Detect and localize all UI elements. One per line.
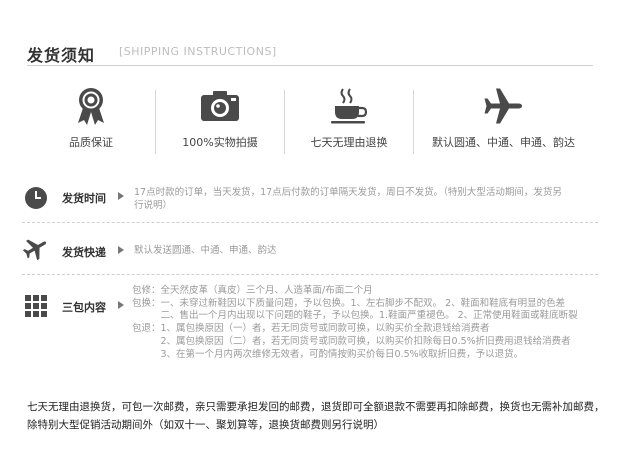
grid-icon bbox=[22, 292, 50, 320]
feature-strip: 品质保证 100%实物拍摄 七天无理由退换 默认圆通、中通、申通、韵达 bbox=[27, 86, 593, 156]
feature-default-express-label: 默认圆通、中通、申通、韵达 bbox=[432, 136, 575, 149]
page-title: 发货须知 bbox=[27, 46, 96, 65]
footer-note: 七天无理由退换货，可包一次邮费，亲只需要承担发回的邮费，退货即可全额退款不需要再… bbox=[27, 398, 605, 434]
guarantee-line: 二、售出一个月内出现以下问题的鞋子，予以包换。1.鞋面严重褪色。 2、正常使用鞋… bbox=[132, 310, 578, 322]
shipping-time-label: 发货时间 bbox=[62, 192, 106, 205]
row-divider bbox=[22, 222, 598, 223]
shipping-express-label: 发货快递 bbox=[62, 246, 106, 259]
camera-icon bbox=[156, 86, 284, 126]
three-guarantees-text: 包修：全天然皮革（真皮）三个月、人造革面/布面二个月 包换：一、未穿过新鞋因以下… bbox=[132, 285, 578, 361]
guarantee-line: 包修：全天然皮革（真皮）三个月、人造革面/布面二个月 bbox=[132, 285, 373, 296]
three-guarantees-label: 三包内容 bbox=[62, 301, 106, 314]
three-guarantees-row: 三包内容 包修：全天然皮革（真皮）三个月、人造革面/布面二个月 包换：一、未穿过… bbox=[22, 282, 602, 374]
guarantee-line: 3、在第一个月内两次维修无效者，可酌情按购买价每日0.5%收取折旧费，予以退货。 bbox=[132, 348, 524, 360]
arrow-right-icon bbox=[118, 301, 124, 309]
airplane-icon bbox=[22, 234, 50, 262]
feature-real-photo-label: 100%实物拍摄 bbox=[182, 136, 258, 149]
shipping-time-row: 发货时间 17点时款的订单，当天发货，17点后付款的订单隔天发货，周日不发货。（… bbox=[22, 182, 602, 224]
guarantee-line: 2、属包换原因（二）者，若无同货号或同款可换，以购买价扣除每日0.5%折旧费用退… bbox=[132, 335, 571, 347]
shipping-time-text-line: 17点时款的订单，当天发货，17点后付款的订单隔天发货，周日不发货。（特别大型活… bbox=[134, 187, 562, 198]
feature-seven-day-return-label: 七天无理由退换 bbox=[310, 136, 388, 149]
section-header: 发货须知 [SHIPPING INSTRUCTIONS] bbox=[27, 38, 593, 70]
airplane-icon bbox=[414, 86, 593, 126]
award-ribbon-icon bbox=[27, 86, 155, 126]
feature-real-photo: 100%实物拍摄 bbox=[156, 86, 284, 156]
feature-quality-label: 品质保证 bbox=[69, 136, 113, 149]
shipping-express-text: 默认发送圆通、中通、申通、韵达 bbox=[134, 245, 277, 256]
arrow-right-icon bbox=[118, 246, 124, 254]
coffee-cup-icon bbox=[285, 86, 413, 126]
arrow-right-icon bbox=[118, 192, 124, 200]
feature-seven-day-return: 七天无理由退换 bbox=[285, 86, 413, 156]
shipping-express-row: 发货快递 默认发送圆通、中通、申通、韵达 bbox=[22, 233, 602, 267]
header-divider bbox=[27, 65, 593, 66]
feature-default-express: 默认圆通、中通、申通、韵达 bbox=[414, 86, 593, 156]
guarantee-line: 包退：1、属包换原因（一）者，若无同货号或同款可换，以购买价全款退钱给消费者 bbox=[132, 323, 490, 335]
footer-line: 除特别大型促销活动期间外（如双十一、聚划算等，退换货邮费则另行说明） bbox=[27, 419, 384, 431]
shipping-time-text-line: 行说明） bbox=[134, 200, 173, 211]
guarantee-line: 包换：一、未穿过新鞋因以下质量问题，予以包换。1、左右脚步不配双。 2、鞋面和鞋… bbox=[132, 297, 566, 309]
feature-quality: 品质保证 bbox=[27, 86, 155, 156]
page-subtitle: [SHIPPING INSTRUCTIONS] bbox=[119, 45, 277, 58]
shipping-time-text: 17点时款的订单，当天发货，17点后付款的订单隔天发货，周日不发货。（特别大型活… bbox=[134, 186, 604, 212]
footer-line: 七天无理由退换货，可包一次邮费，亲只需要承担发回的邮费，退货即可全额退款不需要再… bbox=[27, 401, 605, 413]
clock-icon bbox=[22, 184, 50, 212]
row-divider bbox=[22, 274, 598, 275]
